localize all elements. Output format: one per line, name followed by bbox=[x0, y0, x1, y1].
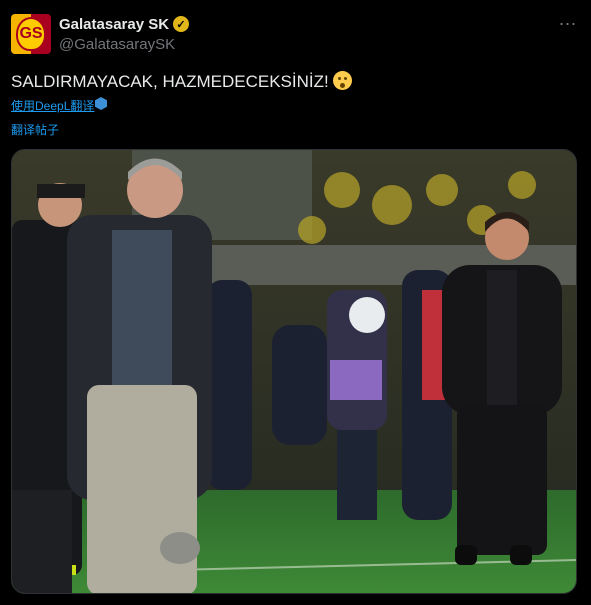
more-options-icon[interactable]: ⋯ bbox=[558, 14, 578, 34]
display-name[interactable]: Galatasaray SK bbox=[59, 16, 169, 33]
avatar[interactable]: GS bbox=[11, 14, 51, 54]
hushed-face-emoji-icon bbox=[332, 71, 352, 90]
translate-with-deepl-link[interactable]: 使用DeepL翻译 bbox=[11, 97, 94, 114]
photo-illustration bbox=[12, 150, 576, 593]
tweet[interactable]: GS Galatasaray SK ✓ @GalatasaraySK ⋯ SAL… bbox=[0, 0, 591, 605]
tweet-text-content: SALDIRMAYACAK, HAZMEDECEKSİNİZ! bbox=[11, 72, 329, 91]
user-handle[interactable]: @GalatasaraySK bbox=[59, 36, 175, 53]
tweet-photo[interactable] bbox=[11, 149, 577, 594]
deepl-icon[interactable] bbox=[95, 97, 107, 110]
verified-badge-icon[interactable]: ✓ bbox=[173, 16, 189, 32]
tweet-text: SALDIRMAYACAK, HAZMEDECEKSİNİZ! bbox=[11, 71, 352, 92]
translate-post-link[interactable]: 翻译帖子 bbox=[11, 121, 59, 138]
galatasaray-crest-icon: GS bbox=[16, 17, 46, 51]
